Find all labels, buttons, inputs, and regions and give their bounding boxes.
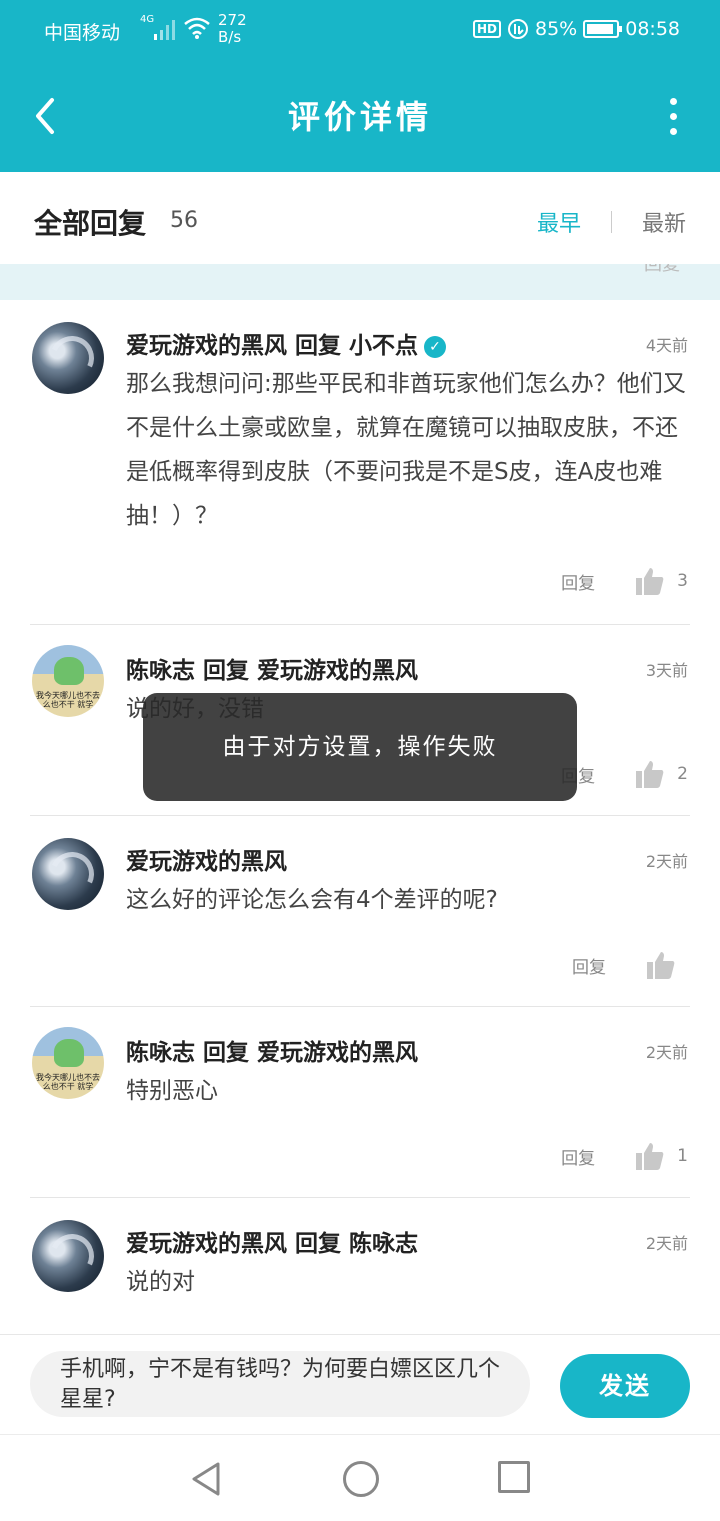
comment-author-line: 爱玩游戏的黑风 回复 小不点 ✓ <box>126 326 447 360</box>
carrier-label: 中国移动 <box>44 22 121 44</box>
comment-text: 说的对 <box>126 1269 195 1295</box>
comment-author-line: 爱玩游戏的黑风 <box>126 842 287 876</box>
avatar[interactable]: 我今天哪儿也不去 么也不干 就学 <box>32 645 104 717</box>
send-button[interactable]: 发送 <box>560 1354 690 1418</box>
sort-toggle: 最早 最新 <box>537 206 686 238</box>
wifi-icon <box>184 17 210 39</box>
thumbs-up-icon <box>636 761 664 788</box>
like-button[interactable]: 3 <box>635 566 688 596</box>
comment-text: 这么好的评论怎么会有4个差评的呢? <box>126 887 498 913</box>
data-saver-icon <box>508 19 528 39</box>
thumbs-up-icon <box>647 952 675 979</box>
reply-target[interactable]: 爱玩游戏的黑风 <box>257 658 418 684</box>
clock: 08:58 <box>625 18 680 40</box>
avatar[interactable] <box>32 838 104 910</box>
reply-word: 回复 <box>295 333 342 359</box>
comment-author-line: 陈咏志 回复 爱玩游戏的黑风 <box>126 1033 418 1067</box>
battery-icon <box>583 20 623 38</box>
like-count: 3 <box>677 571 688 591</box>
comment-time: 3天前 <box>645 661 688 680</box>
reply-button[interactable]: 回复 <box>572 953 606 978</box>
speed-unit: B/s <box>218 28 242 46</box>
reply-button[interactable]: 回复 <box>561 1144 595 1169</box>
nav-recent-apps-icon[interactable] <box>498 1461 530 1493</box>
avatar-caption: 我今天哪儿也不去 么也不干 就学 <box>36 1073 100 1091</box>
reply-target[interactable]: 陈咏志 <box>349 1231 418 1257</box>
header-area: 中国移动 4G 272 B/s HD 85% 08:58 评价详情 <box>0 0 720 172</box>
reply-word: 回复 <box>295 1231 342 1257</box>
parent-reply-ghost: 回复 <box>644 264 680 275</box>
comment-text: 特别恶心 <box>126 1078 218 1104</box>
avatar[interactable] <box>32 322 104 394</box>
comment-actions: 回复 <box>572 950 688 980</box>
comment-actions: 回复 3 <box>561 566 688 596</box>
like-count: 2 <box>677 764 688 784</box>
avatar-caption: 我今天哪儿也不去 么也不干 就学 <box>36 691 100 709</box>
more-options-icon[interactable] <box>666 98 680 138</box>
replies-count: 56 <box>170 208 198 233</box>
nav-home-icon[interactable] <box>343 1461 379 1497</box>
network-type: 4G <box>140 14 155 25</box>
parent-comment-strip: 回复 <box>0 264 720 300</box>
like-button[interactable] <box>646 950 688 980</box>
comment-item: 爱玩游戏的黑风 回复 小不点 ✓ 4天前 那么我想问问:那些平民和非酋玩家他们怎么… <box>0 300 720 624</box>
app-bar: 评价详情 <box>0 62 720 172</box>
reply-button[interactable]: 回复 <box>561 569 595 594</box>
comment-author-line: 陈咏志 回复 爱玩游戏的黑风 <box>126 651 418 685</box>
reply-input-bar: 手机啊，宁不是有钱吗？为何要白嫖区区几个星星? 发送 <box>0 1334 720 1435</box>
comment-time: 2天前 <box>645 1234 688 1253</box>
toast-message: 由于对方设置，操作失败 <box>143 693 577 801</box>
thumbs-up-icon <box>636 1143 664 1170</box>
replies-header: 全部回复 56 最早 最新 <box>0 172 720 265</box>
reply-word: 回复 <box>203 658 250 684</box>
speed-value: 272 <box>218 11 247 29</box>
status-bar: 中国移动 4G 272 B/s HD 85% 08:58 <box>0 0 720 62</box>
sort-divider <box>610 211 612 233</box>
reply-target[interactable]: 爱玩游戏的黑风 <box>257 1040 418 1066</box>
comment-time: 4天前 <box>645 336 688 355</box>
like-button[interactable]: 1 <box>635 1141 688 1171</box>
comment-item: 爱玩游戏的黑风 回复 陈咏志 2天前 说的对 <box>0 1198 720 1334</box>
comment-actions: 回复 1 <box>561 1141 688 1171</box>
comment-author[interactable]: 爱玩游戏的黑风 <box>126 1231 287 1257</box>
comment-time: 2天前 <box>645 1043 688 1062</box>
comment-actions: 回复 2 <box>561 759 688 789</box>
comment-author-line: 爱玩游戏的黑风 回复 陈咏志 <box>126 1224 418 1258</box>
network-speed: 272 B/s <box>218 12 247 46</box>
page-title: 评价详情 <box>287 98 432 136</box>
verified-icon: ✓ <box>424 336 447 358</box>
replies-title: 全部回复 <box>34 207 147 240</box>
comment-author[interactable]: 陈咏志 <box>126 658 195 684</box>
comment-time: 2天前 <box>645 852 688 871</box>
status-right: HD 85% 08:58 <box>472 18 680 40</box>
comment-item: 爱玩游戏的黑风 2天前 这么好的评论怎么会有4个差评的呢? 回复 <box>0 816 720 1006</box>
avatar[interactable]: 我今天哪儿也不去 么也不干 就学 <box>32 1027 104 1099</box>
comment-author[interactable]: 爱玩游戏的黑风 <box>126 333 287 359</box>
like-count: 1 <box>677 1146 688 1166</box>
comment-item: 我今天哪儿也不去 么也不干 就学 陈咏志 回复 爱玩游戏的黑风 2天前 特别恶心… <box>0 1007 720 1197</box>
like-button[interactable]: 2 <box>635 759 688 789</box>
reply-target[interactable]: 小不点 <box>349 333 418 359</box>
comment-author[interactable]: 陈咏志 <box>126 1040 195 1066</box>
reply-input[interactable]: 手机啊，宁不是有钱吗？为何要白嫖区区几个星星? <box>30 1351 530 1417</box>
thumbs-up-icon <box>636 568 664 595</box>
signal-icon <box>154 20 175 40</box>
nav-back-icon[interactable] <box>190 1461 222 1497</box>
comment-text: 那么我想问问:那些平民和非酋玩家他们怎么办？他们又不是什么土豪或欧皇，就算在魔镜… <box>126 371 686 529</box>
avatar[interactable] <box>32 1220 104 1292</box>
battery-percent: 85% <box>535 18 578 40</box>
reply-word: 回复 <box>203 1040 250 1066</box>
sort-earliest-tab[interactable]: 最早 <box>537 206 581 238</box>
comment-author[interactable]: 爱玩游戏的黑风 <box>126 849 287 875</box>
hd-icon: HD <box>472 20 501 38</box>
sort-newest-tab[interactable]: 最新 <box>642 206 686 238</box>
system-nav-bar <box>0 1434 720 1521</box>
